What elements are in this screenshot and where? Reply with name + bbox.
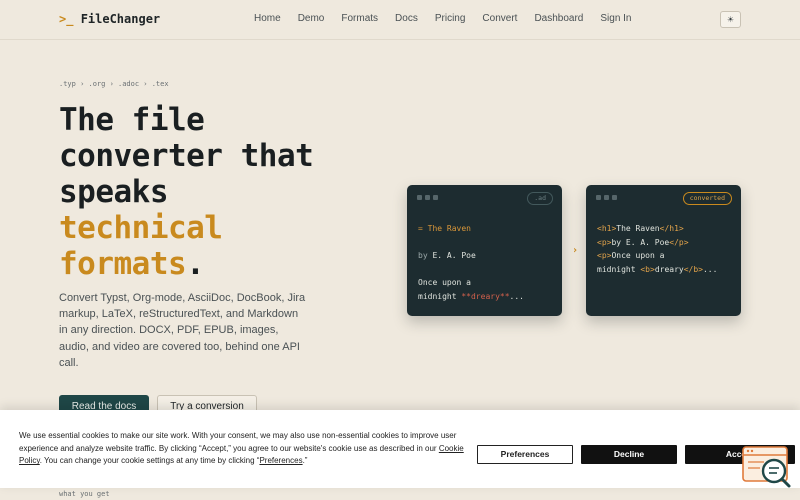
- tag: <p>: [597, 237, 612, 247]
- brand-logo[interactable]: >_ FileChanger: [59, 12, 160, 26]
- output-code: <h1>The Raven</h1> <p>by E. A. Poe</p> <…: [597, 222, 717, 276]
- code-heading: = The Raven: [418, 224, 471, 233]
- code-line4-prefix: midnight: [418, 291, 462, 301]
- hero-title-line2: converter that: [59, 138, 314, 174]
- theme-toggle-button[interactable]: ☀: [720, 11, 741, 28]
- terminal-prompt-icon: >_: [59, 12, 74, 26]
- nav-link-dashboard[interactable]: Dashboard: [534, 13, 583, 24]
- cookie-banner: We use essential cookies to make our sit…: [0, 410, 800, 488]
- hero-title-accent2: formats: [59, 246, 187, 282]
- nav-links: Home Demo Formats Docs Pricing Convert D…: [254, 13, 649, 24]
- code-line4-suffix: ...: [509, 291, 524, 301]
- nav-link-docs[interactable]: Docs: [395, 13, 418, 24]
- hero-title-line3: speaks: [59, 174, 168, 210]
- source-format-badge: .ad: [527, 192, 553, 205]
- window-dot-icon: [612, 195, 617, 200]
- nav-link-demo[interactable]: Demo: [298, 13, 325, 24]
- format-extensions: .typ › .org › .adoc › .tex: [59, 80, 169, 88]
- cookie-text-part: .”: [302, 456, 308, 466]
- code-bold: **dreary**: [461, 291, 510, 301]
- tag-text: dreary: [654, 264, 684, 274]
- source-code-card: .ad = The Raven by E. A. Poe Once upon a…: [407, 185, 562, 316]
- converted-badge: converted: [682, 192, 732, 205]
- top-nav: >_ FileChanger Home Demo Formats Docs Pr…: [0, 0, 800, 40]
- window-dot-icon: [425, 195, 430, 200]
- code-by: by: [418, 251, 433, 261]
- tag: <b>: [640, 264, 655, 274]
- window-dots: [417, 195, 438, 200]
- brand-name: FileChanger: [80, 12, 161, 26]
- nav-link-pricing[interactable]: Pricing: [435, 13, 466, 24]
- tag: </b>: [683, 264, 703, 274]
- tag: </h1>: [659, 224, 684, 233]
- tag-text: midnight: [597, 264, 641, 274]
- window-dot-icon: [596, 195, 601, 200]
- cookie-preferences-link[interactable]: Preferences: [259, 456, 302, 465]
- hero-title-period: .: [186, 246, 205, 282]
- section-label: what you get: [59, 490, 110, 498]
- cookie-text-part: We use essential cookies to make our sit…: [19, 431, 457, 453]
- code-line3: Once upon a: [418, 278, 471, 288]
- cookie-preferences-button[interactable]: Preferences: [477, 445, 573, 464]
- hero-title-line1: The file: [59, 102, 205, 138]
- tag: <h1>: [597, 224, 617, 233]
- hero-title: The file converter that speaks technical…: [59, 102, 359, 282]
- code-author: E. A. Poe: [432, 251, 476, 261]
- nav-link-sign-in[interactable]: Sign In: [600, 13, 631, 24]
- cookie-settings-icon[interactable]: [742, 445, 792, 489]
- nav-link-convert[interactable]: Convert: [482, 13, 517, 24]
- tag: </p>: [669, 237, 689, 247]
- window-dot-icon: [433, 195, 438, 200]
- cookie-text: We use essential cookies to make our sit…: [19, 430, 469, 468]
- tag: <p>: [597, 251, 612, 261]
- tag-text: by E. A. Poe: [611, 237, 670, 247]
- cookie-decline-button[interactable]: Decline: [581, 445, 677, 464]
- window-dot-icon: [604, 195, 609, 200]
- sun-icon: ☀: [726, 15, 735, 24]
- nav-link-formats[interactable]: Formats: [341, 13, 378, 24]
- chevron-right-icon: ›: [572, 245, 579, 256]
- hero-description: Convert Typst, Org-mode, AsciiDoc, DocBo…: [59, 292, 306, 369]
- hero-title-accent1: technical: [59, 210, 223, 246]
- tag-text: ...: [702, 264, 718, 274]
- cookie-text-part: . You can change your cookie settings at…: [39, 456, 260, 466]
- nav-link-home[interactable]: Home: [254, 13, 281, 24]
- window-dots: [596, 195, 617, 200]
- source-code: = The Raven by E. A. Poe Once upon a mid…: [418, 222, 524, 304]
- output-code-card: converted <h1>The Raven</h1> <p>by E. A.…: [586, 185, 741, 316]
- tag-text: Once upon a: [611, 251, 665, 261]
- window-dot-icon: [417, 195, 422, 200]
- tag-text: The Raven: [616, 224, 660, 233]
